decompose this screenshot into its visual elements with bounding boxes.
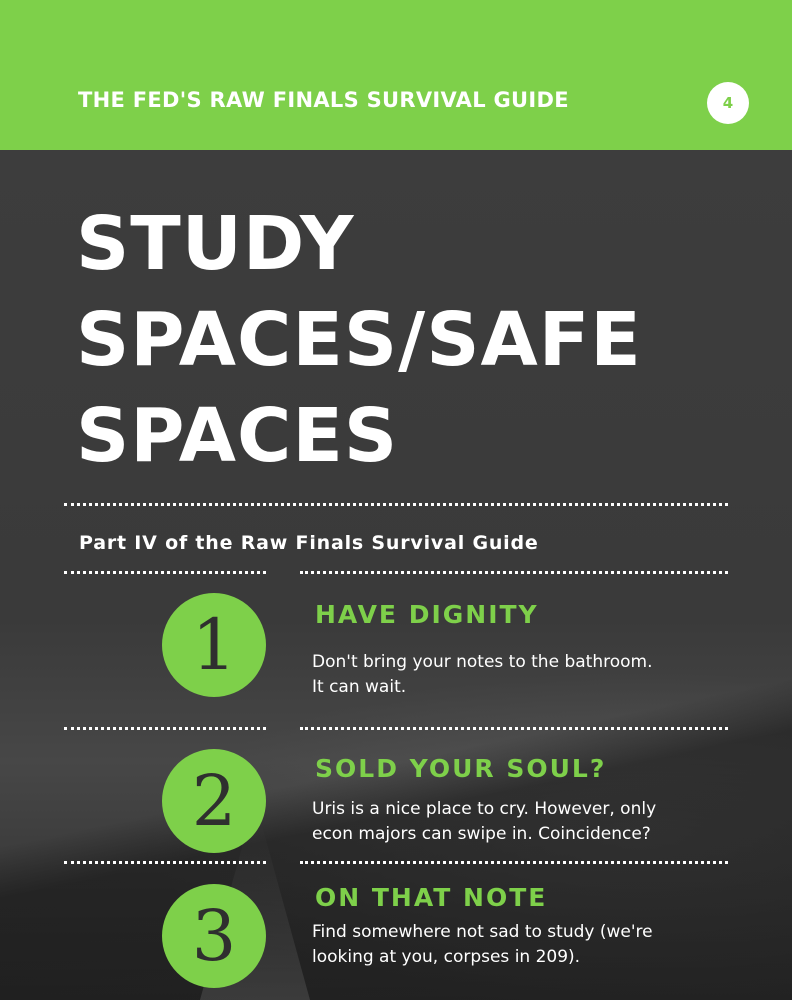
item-text-3: Find somewhere not sad to study (we're l… <box>312 922 653 967</box>
title-line-1: STUDY <box>76 201 355 287</box>
item-text-2: Uris is a nice place to cry. However, on… <box>312 799 657 844</box>
number-circle-1: 1 <box>162 593 266 697</box>
divider-left-1 <box>64 571 266 574</box>
number-circle-2: 2 <box>162 749 266 853</box>
item-heading-3: ON THAT NOTE <box>315 883 548 912</box>
item-text-1: Don't bring your notes to the bathroom. … <box>312 652 653 697</box>
page-title: STUDY SPACES/SAFE SPACES <box>76 196 776 484</box>
divider-left-2 <box>64 727 266 730</box>
divider-top <box>64 503 728 506</box>
divider-left-3 <box>64 861 266 864</box>
divider-right-2 <box>300 727 728 730</box>
divider-right-3 <box>300 861 728 864</box>
guide-title: THE FED'S RAW FINALS SURVIVAL GUIDE <box>78 88 569 112</box>
subtitle: Part IV of the Raw Finals Survival Guide <box>79 532 539 554</box>
header-banner: THE FED'S RAW FINALS SURVIVAL GUIDE 4 <box>0 0 792 150</box>
title-line-2: SPACES/SAFE <box>76 297 642 383</box>
item-heading-2: SOLD YOUR SOUL? <box>315 754 607 783</box>
title-line-3: SPACES <box>76 393 399 479</box>
item-heading-1: HAVE DIGNITY <box>315 600 539 629</box>
number-circle-3: 3 <box>162 884 266 988</box>
page-number-badge: 4 <box>707 82 749 124</box>
divider-right-1 <box>300 571 728 574</box>
